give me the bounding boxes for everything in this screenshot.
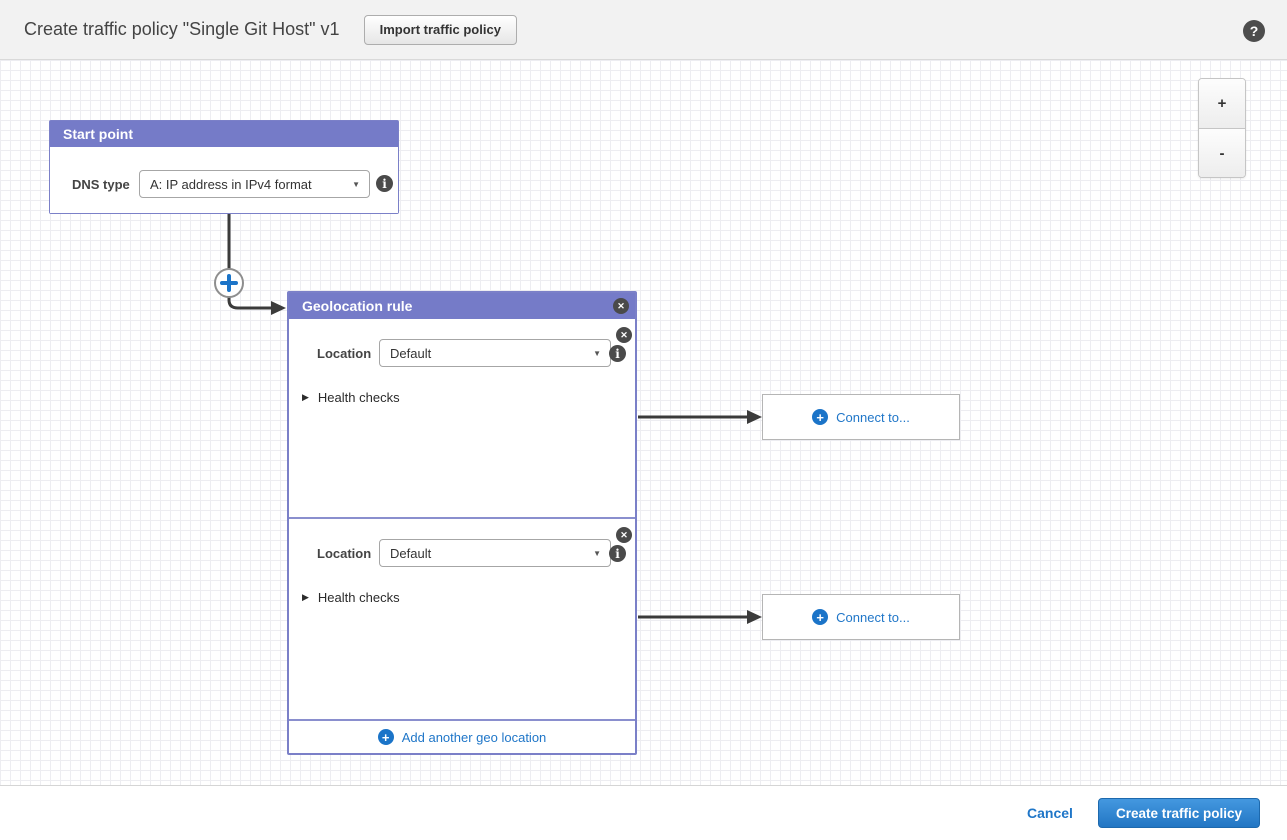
chevron-down-icon: ▼ bbox=[593, 349, 601, 358]
geolocation-rule-panel: Geolocation rule ✕ ✕ Location Default ▼ … bbox=[287, 291, 637, 755]
connect-to-box-2[interactable]: + Connect to... bbox=[762, 594, 960, 640]
location-value-1: Default bbox=[390, 346, 431, 361]
plus-circle-icon: + bbox=[812, 609, 828, 625]
footer-bar: Cancel Create traffic policy bbox=[0, 785, 1287, 840]
start-point-panel: Start point DNS type A: IP address in IP… bbox=[49, 120, 399, 214]
zoom-out-button[interactable]: - bbox=[1199, 128, 1245, 177]
health-checks-expander-1[interactable]: ▶ Health checks bbox=[302, 390, 400, 405]
health-checks-expander-2[interactable]: ▶ Health checks bbox=[302, 590, 400, 605]
create-traffic-policy-button[interactable]: Create traffic policy bbox=[1098, 798, 1260, 828]
disclosure-triangle-icon: ▶ bbox=[302, 592, 309, 603]
location-label-2: Location bbox=[317, 546, 371, 561]
page-title: Create traffic policy "Single Git Host" … bbox=[24, 19, 340, 40]
policy-editor-canvas: Start point DNS type A: IP address in IP… bbox=[0, 60, 1287, 785]
dns-type-info-icon[interactable]: i bbox=[376, 175, 393, 192]
location-select-2[interactable]: Default ▼ bbox=[379, 539, 611, 567]
location-info-icon-2[interactable]: i bbox=[609, 545, 626, 562]
cancel-button[interactable]: Cancel bbox=[1027, 805, 1073, 821]
chevron-down-icon: ▼ bbox=[352, 180, 360, 189]
geolocation-rule-header: Geolocation rule ✕ bbox=[289, 293, 635, 319]
location-info-icon-1[interactable]: i bbox=[609, 345, 626, 362]
geo-rule-section-2: ✕ Location Default ▼ i ▶ Health checks bbox=[289, 517, 635, 719]
connect-to-box-1[interactable]: + Connect to... bbox=[762, 394, 960, 440]
disclosure-triangle-icon: ▶ bbox=[302, 392, 309, 403]
add-geo-location-button[interactable]: + Add another geo location bbox=[289, 719, 635, 753]
start-point-header: Start point bbox=[50, 121, 398, 147]
geo-rule-2-close-icon[interactable]: ✕ bbox=[616, 527, 632, 543]
geo-rule-1-close-icon[interactable]: ✕ bbox=[616, 327, 632, 343]
top-bar: Create traffic policy "Single Git Host" … bbox=[0, 0, 1287, 60]
zoom-in-button[interactable]: + bbox=[1199, 79, 1245, 128]
add-rule-plus-connector[interactable] bbox=[215, 269, 243, 297]
start-point-body: DNS type A: IP address in IPv4 format ▼ … bbox=[50, 147, 398, 213]
health-checks-label-2: Health checks bbox=[318, 590, 400, 605]
location-label-1: Location bbox=[317, 346, 371, 361]
connect-to-label-2: Connect to... bbox=[836, 610, 910, 625]
location-select-1[interactable]: Default ▼ bbox=[379, 339, 611, 367]
dns-type-value: A: IP address in IPv4 format bbox=[150, 177, 312, 192]
add-geo-location-label: Add another geo location bbox=[402, 730, 547, 745]
import-traffic-policy-button[interactable]: Import traffic policy bbox=[364, 15, 517, 45]
start-point-title: Start point bbox=[63, 126, 133, 142]
geo-rule-section-1: ✕ Location Default ▼ i ▶ Health checks bbox=[289, 319, 635, 517]
dns-type-label: DNS type bbox=[72, 177, 130, 192]
connect-to-label-1: Connect to... bbox=[836, 410, 910, 425]
geolocation-rule-close-icon[interactable]: ✕ bbox=[613, 298, 629, 314]
help-icon[interactable]: ? bbox=[1243, 20, 1265, 42]
plus-circle-icon: + bbox=[378, 729, 394, 745]
health-checks-label-1: Health checks bbox=[318, 390, 400, 405]
chevron-down-icon: ▼ bbox=[593, 549, 601, 558]
location-value-2: Default bbox=[390, 546, 431, 561]
zoom-controls: + - bbox=[1198, 78, 1246, 178]
geolocation-rule-title: Geolocation rule bbox=[302, 298, 412, 314]
dns-type-select[interactable]: A: IP address in IPv4 format ▼ bbox=[139, 170, 370, 198]
plus-circle-icon: + bbox=[812, 409, 828, 425]
